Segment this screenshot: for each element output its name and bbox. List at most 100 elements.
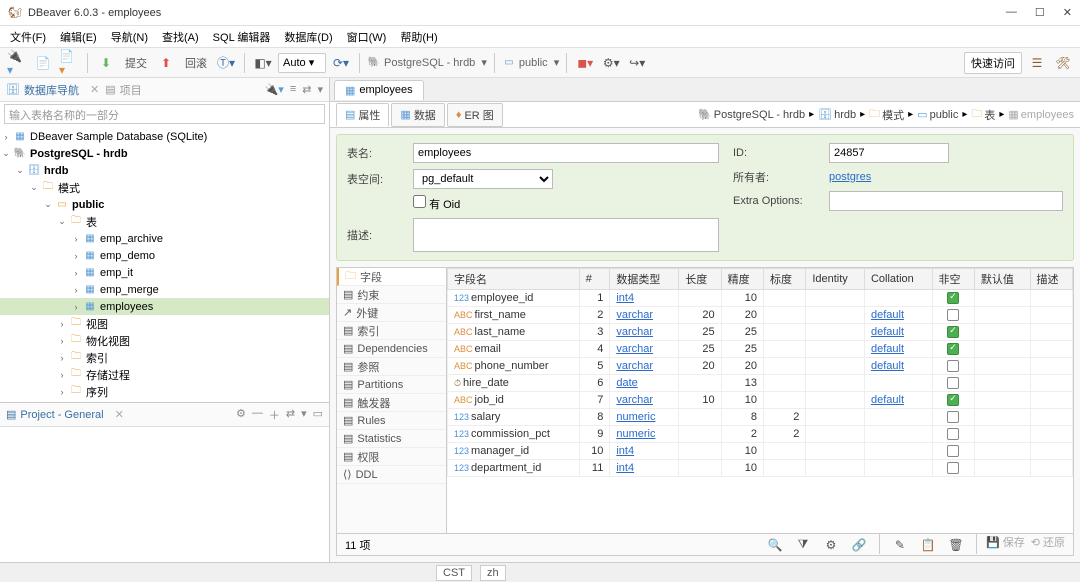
panel-menu-icon[interactable]: ▾ bbox=[317, 83, 323, 96]
input-id[interactable] bbox=[829, 143, 949, 163]
tree-node-schemas[interactable]: ⌄🗀模式 bbox=[0, 179, 329, 196]
minimize-button[interactable]: — bbox=[1006, 6, 1017, 19]
column-type-link[interactable]: int4 bbox=[616, 462, 634, 474]
column-type-link[interactable]: int4 bbox=[616, 445, 634, 457]
col-header-identity[interactable]: Identity bbox=[806, 269, 865, 290]
menu-navigate[interactable]: 导航(N) bbox=[105, 27, 154, 47]
quick-access-input[interactable]: 快速访问 bbox=[964, 52, 1022, 74]
delete-icon[interactable]: 🗑 bbox=[945, 534, 967, 556]
tree-filter-input[interactable]: 输入表格名称的一部分 bbox=[4, 104, 325, 124]
sidetab-foreign-keys[interactable]: ↗外键 bbox=[337, 304, 446, 322]
sidetab-columns[interactable]: 🗀字段 bbox=[337, 268, 446, 286]
column-collation[interactable]: default bbox=[864, 392, 932, 409]
tree-node-table[interactable]: ›▦emp_it bbox=[0, 264, 329, 281]
checkbox-has-oid[interactable]: 有 Oid bbox=[413, 195, 460, 212]
input-table-name[interactable] bbox=[413, 143, 719, 163]
tree-node-table[interactable]: ›▦emp_demo bbox=[0, 247, 329, 264]
link-owner[interactable]: postgres bbox=[829, 171, 871, 183]
stop-button[interactable]: ◼▾ bbox=[574, 52, 596, 74]
close-button[interactable]: ✕ bbox=[1063, 6, 1072, 19]
minus-icon[interactable]: — bbox=[252, 407, 263, 423]
col-header-len[interactable]: 长度 bbox=[679, 269, 721, 290]
crumb-connection[interactable]: 🐘PostgreSQL - hrdb bbox=[698, 108, 805, 121]
column-row[interactable]: ⏱hire_date6date13 bbox=[448, 375, 1073, 392]
subtab-properties[interactable]: ▤属性 bbox=[336, 103, 389, 127]
select-tablespace[interactable]: pg_default bbox=[413, 169, 553, 189]
tree-node-views[interactable]: ›🗀视图 bbox=[0, 315, 329, 332]
column-type-link[interactable]: varchar bbox=[616, 309, 653, 321]
column-type-link[interactable]: varchar bbox=[616, 394, 653, 406]
maximize-button[interactable]: ☐ bbox=[1035, 6, 1045, 19]
column-row[interactable]: 123commission_pct9numeric22 bbox=[448, 426, 1073, 443]
connect-icon[interactable]: 🔌▾ bbox=[265, 83, 284, 96]
tx-mode-button[interactable]: Ⓣ▾ bbox=[215, 52, 237, 74]
sidetab-statistics[interactable]: ▤Statistics bbox=[337, 430, 446, 448]
input-extra-options[interactable] bbox=[829, 191, 1063, 211]
col-header-desc[interactable]: 描述 bbox=[1030, 269, 1072, 290]
column-type-link[interactable]: varchar bbox=[616, 343, 653, 355]
sidetab-permissions[interactable]: ▤权限 bbox=[337, 448, 446, 466]
column-notnull[interactable] bbox=[932, 341, 974, 358]
textarea-description[interactable] bbox=[413, 218, 719, 252]
revert-button[interactable]: ⟲ 还原 bbox=[1031, 534, 1065, 556]
plus-icon[interactable]: ＋ bbox=[269, 407, 280, 423]
settings-button[interactable]: ⚙▾ bbox=[600, 52, 622, 74]
editor-tab-employees[interactable]: ▦employees bbox=[334, 80, 424, 100]
refresh-button[interactable]: ⟳▾ bbox=[330, 52, 352, 74]
column-collation[interactable]: default bbox=[864, 324, 932, 341]
sidetab-rules[interactable]: ▤Rules bbox=[337, 412, 446, 430]
column-row[interactable]: ABCfirst_name2varchar2020default bbox=[448, 307, 1073, 324]
col-header-notnull[interactable]: 非空 bbox=[932, 269, 974, 290]
tree-node-pg-conn[interactable]: ⌄🐘PostgreSQL - hrdb bbox=[0, 145, 329, 162]
menu-help[interactable]: 帮助(H) bbox=[394, 27, 443, 47]
tx-log-button[interactable]: ◧▾ bbox=[252, 52, 274, 74]
config-icon[interactable]: ⚙ bbox=[820, 534, 842, 556]
tree-node-table[interactable]: ›▦emp_merge bbox=[0, 281, 329, 298]
gear-icon[interactable]: ⚙ bbox=[236, 407, 246, 423]
menu-database[interactable]: 数据库(D) bbox=[278, 27, 338, 47]
more-button[interactable]: ↪▾ bbox=[626, 52, 648, 74]
save-button[interactable]: 💾 保存 bbox=[986, 534, 1025, 556]
tree-node-procs[interactable]: ›🗀存储过程 bbox=[0, 366, 329, 383]
tab-db-navigator[interactable]: 🗄数据库导航 ✕ bbox=[6, 82, 99, 98]
sidetab-ddl[interactable]: ⟨⟩DDL bbox=[337, 466, 446, 484]
column-row[interactable]: 123employee_id1int410 bbox=[448, 290, 1073, 307]
column-notnull[interactable] bbox=[932, 290, 974, 307]
column-collation[interactable]: default bbox=[864, 341, 932, 358]
column-notnull[interactable] bbox=[932, 358, 974, 375]
tree-node-seqs[interactable]: ›🗀序列 bbox=[0, 383, 329, 400]
column-notnull[interactable] bbox=[932, 426, 974, 443]
schema-selector[interactable]: ▭public ▾ bbox=[502, 56, 559, 70]
column-collation[interactable] bbox=[864, 290, 932, 307]
column-collation[interactable]: default bbox=[864, 358, 932, 375]
new-sql-button[interactable]: 📄 bbox=[32, 52, 54, 74]
subtab-er[interactable]: ♦ER 图 bbox=[447, 103, 503, 127]
link-icon[interactable]: ⇄ bbox=[286, 407, 295, 423]
crumb-tables-folder[interactable]: 🗀表 bbox=[971, 105, 995, 124]
minimize-panel-icon[interactable]: ▭ bbox=[313, 407, 323, 423]
new-sql-dropdown[interactable]: 📄▾ bbox=[58, 52, 80, 74]
menu-search[interactable]: 查找(A) bbox=[156, 27, 205, 47]
column-collation[interactable]: default bbox=[864, 307, 932, 324]
column-notnull[interactable] bbox=[932, 392, 974, 409]
new-connection-button[interactable]: 🔌▾ bbox=[6, 52, 28, 74]
collapse-icon[interactable]: ≡ bbox=[290, 83, 296, 96]
column-row[interactable]: ABCemail4varchar2525default bbox=[448, 341, 1073, 358]
tree-node-hrdb[interactable]: ⌄🗄hrdb bbox=[0, 162, 329, 179]
col-header-dtype[interactable]: 数据类型 bbox=[610, 269, 679, 290]
sidetab-references[interactable]: ▤参照 bbox=[337, 358, 446, 376]
column-type-link[interactable]: numeric bbox=[616, 411, 655, 423]
column-type-link[interactable]: varchar bbox=[616, 326, 653, 338]
crumb-schema[interactable]: ▭public bbox=[917, 108, 958, 121]
column-notnull[interactable] bbox=[932, 324, 974, 341]
sidetab-partitions[interactable]: ▤Partitions bbox=[337, 376, 446, 394]
column-row[interactable]: 123department_id11int410 bbox=[448, 460, 1073, 477]
column-row[interactable]: ABCjob_id7varchar1010default bbox=[448, 392, 1073, 409]
perspective-button[interactable]: ☰ bbox=[1026, 52, 1048, 74]
search-icon[interactable]: 🔍 bbox=[764, 534, 786, 556]
column-notnull[interactable] bbox=[932, 443, 974, 460]
column-row[interactable]: 123manager_id10int410 bbox=[448, 443, 1073, 460]
menu-sql-editor[interactable]: SQL 编辑器 bbox=[207, 27, 277, 47]
tree-node-sample-db[interactable]: ›▦DBeaver Sample Database (SQLite) bbox=[0, 128, 329, 145]
link-icon[interactable]: 🔗 bbox=[848, 534, 870, 556]
